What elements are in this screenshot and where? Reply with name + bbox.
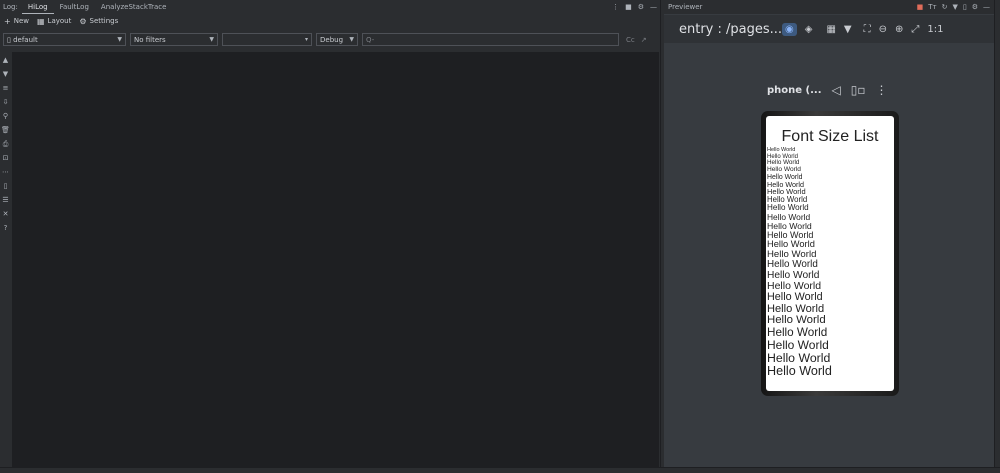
back-icon[interactable]: ◁ xyxy=(832,83,841,97)
dropdown-icon[interactable]: ▼ xyxy=(952,3,957,11)
search-placeholder: Q- xyxy=(366,35,375,44)
process-select[interactable]: ▾ xyxy=(222,33,312,46)
previewer-title: Previewer xyxy=(668,3,703,11)
screenshot-icon[interactable]: ⊡ xyxy=(3,152,9,164)
tab-analyze-stack-trace[interactable]: AnalyzeStackTrace xyxy=(95,0,173,14)
previewer-toolbar: entry : /pages... ◉ ◈ ▦ ▼ ⛶ ⊖ ⊕ ⤢ 1:1 xyxy=(664,15,994,43)
more-icon[interactable]: ⋯ xyxy=(2,166,9,178)
gear-icon: ⚙ xyxy=(79,16,87,26)
chevron-down-icon: ▾ xyxy=(304,36,308,43)
log-tab-actions: ⋮ ■ ⚙ — xyxy=(612,0,657,14)
chevron-down-icon: ▼ xyxy=(117,36,122,43)
phone-screen[interactable]: Font Size List Hello World Hello World Hel… xyxy=(766,116,894,391)
soft-wrap-icon[interactable]: ≡ xyxy=(3,82,9,94)
device-row: phone (... ◁ ▯▫ ⋮ xyxy=(767,83,887,97)
scroll-down-icon[interactable]: ▼ xyxy=(3,68,8,80)
filter-select[interactable]: No filters ▼ xyxy=(130,33,218,46)
more-options-icon[interactable]: ⋮ xyxy=(875,83,887,97)
list-icon[interactable]: ☰ xyxy=(2,194,8,206)
close-icon[interactable]: ✕ xyxy=(3,208,9,220)
ide-window: Log: HiLog FaultLog AnalyzeStackTrace ⋮ … xyxy=(0,0,1000,473)
chevron-down-icon: ▼ xyxy=(209,36,214,43)
settings-button[interactable]: ⚙ Settings xyxy=(75,17,122,26)
frame-icon[interactable]: ⛶ xyxy=(864,24,871,35)
list-item: Hello World xyxy=(767,363,832,378)
log-side-toolbar: ▲ ▼ ≡ ⇩ ⚲ 🗑 ⎙ ⊡ ⋯ ▯ ☰ ✕ ? xyxy=(0,52,11,473)
zoom-out-icon[interactable]: ⊖ xyxy=(879,24,887,35)
previewer-panel: Previewer ■ Tт ↻ ▼ ▯ ⚙ — entry : /pages.… xyxy=(664,0,994,473)
grid-icon[interactable]: ▦ xyxy=(826,24,835,35)
previewer-header-actions: ■ Tт ↻ ▼ ▯ ⚙ — xyxy=(917,0,990,14)
fit-icon[interactable]: ⤢ xyxy=(911,24,919,35)
settings-icon[interactable]: ⚙ xyxy=(972,3,978,11)
new-label: New xyxy=(13,17,29,25)
filter-bar: ▯ default ▼ No filters ▼ ▾ Debug ▼ Q- Cc… xyxy=(0,31,661,48)
minimize-icon[interactable]: — xyxy=(650,3,657,11)
layout-button[interactable]: ▦ Layout xyxy=(33,17,75,26)
log-tabbar: Log: HiLog FaultLog AnalyzeStackTrace ⋮ … xyxy=(0,0,661,14)
log-output-area[interactable] xyxy=(12,52,659,467)
device-name[interactable]: phone (... xyxy=(767,85,822,96)
rotate-icon[interactable]: ▯▫ xyxy=(851,83,866,97)
chevron-down-icon: ▼ xyxy=(349,36,354,43)
scroll-to-end-icon[interactable]: ⇩ xyxy=(3,96,9,108)
grid-icon: ▦ xyxy=(36,16,45,26)
font-size-list: Hello World Hello World Hello World Hello W… xyxy=(767,147,893,378)
tab-faultlog[interactable]: FaultLog xyxy=(54,0,95,14)
log-panel: Log: HiLog FaultLog AnalyzeStackTrace ⋮ … xyxy=(0,0,661,473)
log-toolbar: + New ▦ Layout ⚙ Settings xyxy=(0,14,661,28)
match-case-icon[interactable]: Cc xyxy=(626,36,635,44)
app-title: Font Size List xyxy=(781,128,879,145)
split-icon[interactable]: ▯ xyxy=(963,3,967,11)
scroll-up-icon[interactable]: ▲ xyxy=(3,54,8,66)
entry-path[interactable]: entry : /pages... xyxy=(664,22,782,37)
ratio-label[interactable]: 1:1 xyxy=(927,24,943,35)
list-item: Hello World xyxy=(767,165,801,173)
print-icon[interactable]: ⎙ xyxy=(3,138,9,150)
plus-icon: + xyxy=(4,16,11,26)
device-icon[interactable]: ▯ xyxy=(4,180,8,192)
tab-hilog[interactable]: HiLog xyxy=(21,0,54,14)
inspector-icon[interactable]: ◉ xyxy=(782,22,797,36)
refresh-icon[interactable]: ↻ xyxy=(942,3,948,11)
zoom-in-icon[interactable]: ⊕ xyxy=(895,24,903,35)
chevron-down-icon[interactable]: ▼ xyxy=(844,24,852,35)
font-icon[interactable]: Tт xyxy=(928,3,936,11)
layout-label: Layout xyxy=(47,17,72,25)
layout-icon[interactable]: ■ xyxy=(625,3,632,11)
settings-icon[interactable]: ⚙ xyxy=(638,3,644,11)
log-search-input[interactable]: Q- xyxy=(362,33,619,46)
right-tool-strip xyxy=(994,0,1000,473)
more-options-icon[interactable]: ⋮ xyxy=(612,3,619,11)
regex-icon[interactable]: ↗ xyxy=(641,36,647,44)
search-options: Cc ↗ xyxy=(626,36,647,44)
previewer-toolbar-icons: ◉ ◈ ▦ ▼ ⛶ ⊖ ⊕ ⤢ 1:1 xyxy=(782,22,943,36)
minimize-icon[interactable]: — xyxy=(983,3,990,11)
new-button[interactable]: + New xyxy=(0,17,33,26)
list-item: Hello World xyxy=(767,259,818,271)
stop-icon[interactable]: ■ xyxy=(917,3,924,11)
clear-icon[interactable]: 🗑 xyxy=(1,124,10,136)
device-select[interactable]: ▯ default ▼ xyxy=(3,33,126,46)
filter-icon[interactable]: ⚲ xyxy=(3,110,8,122)
status-strip xyxy=(0,467,1000,473)
device-select-value: default xyxy=(13,35,38,44)
phone-frame: Font Size List Hello World Hello World Hel… xyxy=(761,111,899,396)
layers-icon[interactable]: ◈ xyxy=(805,24,813,35)
level-select-value: Debug xyxy=(320,35,344,44)
level-select[interactable]: Debug ▼ xyxy=(316,33,358,46)
log-title: Log: xyxy=(3,3,18,11)
help-icon[interactable]: ? xyxy=(4,222,8,234)
list-item: Hello World xyxy=(767,291,823,304)
settings-label: Settings xyxy=(89,17,119,25)
filter-select-value: No filters xyxy=(134,35,166,44)
previewer-header: Previewer ■ Tт ↻ ▼ ▯ ⚙ — xyxy=(664,0,994,14)
